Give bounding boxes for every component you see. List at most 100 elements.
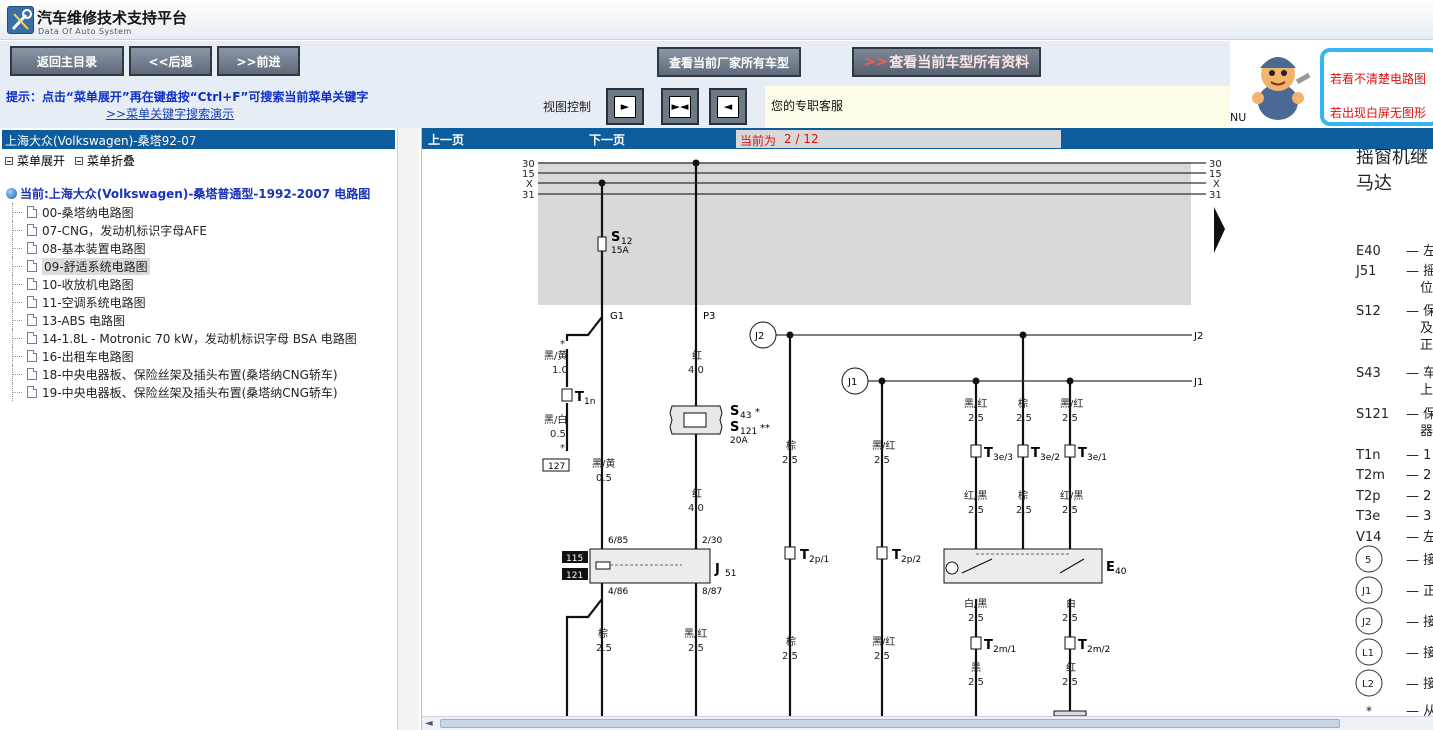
legend-desc-t2m: — 2 <box>1406 468 1431 483</box>
t2m2-connector <box>1064 636 1076 650</box>
tree-item[interactable]: 14-1.8L - Motronic 70 kW，发动机标识字母 BSA 电路图 <box>12 329 357 347</box>
fuse-s12-rating: 15A <box>611 246 629 256</box>
t3e1-name: T <box>1078 446 1087 461</box>
j51-name: J <box>714 562 720 577</box>
legend-circle-j2: J2 <box>1361 617 1371 628</box>
e-b-size: 2.5 <box>1016 413 1032 424</box>
p3c-color: 黑/红 <box>684 627 707 640</box>
e-a-size: 2.5 <box>968 413 984 424</box>
tree-item[interactable]: 16-出租车电路图 <box>12 347 357 365</box>
tree-item-label: 00-桑塔纳电路图 <box>42 205 134 220</box>
star-2: * <box>560 443 565 454</box>
arrows-inward-icon: ►◄ <box>669 95 691 118</box>
j51-pin-2-30: 2/30 <box>702 536 722 546</box>
document-icon <box>27 368 37 380</box>
tree-item[interactable]: 09-舒适系统电路图 <box>12 257 357 275</box>
t3e2-connector <box>1017 444 1029 458</box>
search-demo-link[interactable]: >>菜单关键字搜索演示 <box>106 105 234 122</box>
tree-item-label: 08-基本装置电路图 <box>42 241 146 256</box>
e40-sub: 40 <box>1115 567 1127 577</box>
tree-item[interactable]: 11-空调系统电路图 <box>12 293 357 311</box>
app-title: 汽车维修技术支持平台 <box>37 9 188 27</box>
legend-star: * <box>1366 704 1372 716</box>
next-page-link[interactable]: 下一页 <box>589 131 625 148</box>
tree-item[interactable]: 13-ABS 电路图 <box>12 311 357 329</box>
c2b-color: 棕 <box>786 635 796 648</box>
t2p2-sub: 2p/2 <box>901 555 921 565</box>
t3e3-connector <box>970 444 982 458</box>
ref-121-label: 121 <box>566 571 583 581</box>
s121-name: S <box>730 420 739 435</box>
c2-size: 2.5 <box>782 455 798 466</box>
menu-collapse-button[interactable]: 菜单折叠 <box>75 152 135 169</box>
document-icon <box>27 332 37 344</box>
t3e3-sub: 3e/3 <box>993 453 1013 463</box>
legend-desc-s43: — 车 <box>1406 365 1433 381</box>
back-button[interactable]: <<后退 <box>129 46 212 76</box>
t2m1-connector <box>970 636 982 650</box>
double-arrow-icon: >> <box>863 54 888 70</box>
legend-code-t3e: T3e <box>1355 509 1380 524</box>
tree-item[interactable]: 19-中央电器板、保险丝架及插头布置(桑塔纳CNG轿车) <box>12 383 357 401</box>
rail-label-31: 31 <box>522 190 535 201</box>
m1b-color: 黑 <box>971 662 981 674</box>
m2b-size: 2.5 <box>1062 677 1078 688</box>
legend-title-1: 摇窗机继 <box>1356 149 1428 168</box>
scroll-thumb[interactable] <box>440 719 1340 728</box>
tree-item[interactable]: 07-CNG，发动机标识字母AFE <box>12 221 357 239</box>
scroll-left-icon[interactable]: ◄ <box>425 718 433 729</box>
legend-code-s12: S12 <box>1356 304 1381 319</box>
tree-item[interactable]: 00-桑塔纳电路图 <box>12 203 357 221</box>
t2p1-name: T <box>800 548 809 563</box>
view-expand-left-button[interactable]: ◄ <box>709 88 747 125</box>
tree-item-label: 10-收放机电路图 <box>42 277 134 292</box>
t3e2-name: T <box>1031 446 1040 461</box>
e-c2-size: 2.5 <box>1062 505 1078 516</box>
t2m2-sub: 2m/2 <box>1087 645 1110 655</box>
e40-name: E <box>1106 560 1115 575</box>
diagram-horizontal-scrollbar[interactable]: ◄ <box>422 716 1433 730</box>
tree-item[interactable]: 18-中央电器板、保险丝架及插头布置(桑塔纳CNG轿车) <box>12 365 357 383</box>
legend-code-t2m: T2m <box>1355 468 1385 483</box>
tree-item[interactable]: 10-收放机电路图 <box>12 275 357 293</box>
c3b-color: 黑/红 <box>872 635 895 648</box>
home-button[interactable]: 返回主目录 <box>10 46 124 76</box>
w3-size: 0.5 <box>596 473 612 484</box>
page-indicator: 当前为 2 / 12 <box>736 130 1061 148</box>
viewer-nav: 上一页 下一页 当前为 2 / 12 <box>422 128 1433 149</box>
p3b-size: 4.0 <box>688 503 704 514</box>
page-label: 当前为 <box>740 134 777 148</box>
document-icon <box>27 350 37 362</box>
all-docs-button[interactable]: >> 查看当前车型所有资料 <box>852 47 1041 77</box>
legend-desc-s12: — 保 <box>1406 304 1433 319</box>
c2b-size: 2.5 <box>782 651 798 662</box>
t1n-connector <box>561 388 573 402</box>
document-icon <box>27 260 37 272</box>
support-ad[interactable]: NU 若看不清楚电路图 若出现白屏无图形 <box>1230 44 1433 128</box>
j51-pin-4-86: 4/86 <box>608 587 628 597</box>
prev-page-link[interactable]: 上一页 <box>428 131 464 148</box>
menu-expand-button[interactable]: 菜单展开 <box>5 152 65 169</box>
legend-circle-l1: L1 <box>1362 648 1374 659</box>
menu-expand-label: 菜单展开 <box>17 154 66 168</box>
e-c-size: 2.5 <box>1062 413 1078 424</box>
forward-button[interactable]: >>前进 <box>217 46 300 76</box>
legend-circle-l2-desc: — 接 <box>1406 676 1433 692</box>
g1b-size: 2.5 <box>596 643 612 654</box>
view-expand-right-button[interactable]: ► <box>606 88 644 125</box>
tree-item[interactable]: 08-基本装置电路图 <box>12 239 357 257</box>
c3-size: 2.5 <box>874 455 890 466</box>
m1-size: 2.5 <box>968 613 984 624</box>
pin-p3: P3 <box>703 311 715 322</box>
p3-color: 红 <box>692 349 702 362</box>
sidebar-scrollbar[interactable] <box>397 128 419 730</box>
current-node[interactable]: 当前:上海大众(Volkswagen)-桑塔普通型-1992-2007 电路图 <box>6 185 370 202</box>
document-icon <box>27 242 37 254</box>
ad-nu-text: NU <box>1230 111 1247 124</box>
tree-list: 00-桑塔纳电路图 07-CNG，发动机标识字母AFE 08-基本装置电路图 09-舒… <box>12 203 357 401</box>
page-next-arrow-icon[interactable] <box>1214 207 1225 253</box>
all-models-button[interactable]: 查看当前厂家所有车型 <box>657 47 801 77</box>
legend-circle-j2-desc: — 接 <box>1406 614 1433 630</box>
view-split-button[interactable]: ►◄ <box>661 88 699 125</box>
tree-item-label: 13-ABS 电路图 <box>42 313 125 328</box>
